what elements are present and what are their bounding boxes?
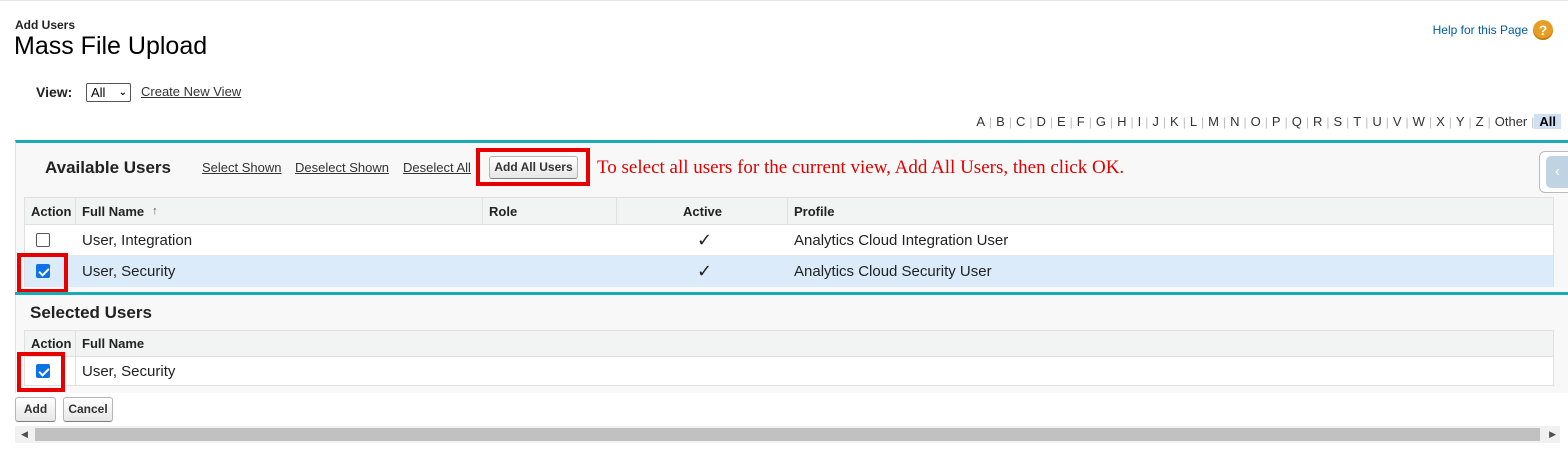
alphabet-filter-p[interactable]: P bbox=[1268, 114, 1285, 129]
row-full-name: User, Security bbox=[82, 363, 176, 380]
alphabet-filter-z[interactable]: Z bbox=[1472, 114, 1488, 129]
alphabet-filter-d[interactable]: D bbox=[1032, 114, 1049, 129]
help-link[interactable]: Help for this Page bbox=[1433, 23, 1528, 37]
alphabet-filter-s[interactable]: S bbox=[1329, 114, 1346, 129]
add-button[interactable]: Add bbox=[15, 397, 56, 422]
scroll-right-arrow-icon[interactable]: ▶ bbox=[1549, 426, 1556, 443]
table-row: User, Integration ✓ Analytics Cloud Inte… bbox=[25, 225, 1553, 256]
active-check-icon: ✓ bbox=[697, 229, 713, 250]
deselect-shown-link[interactable]: Deselect Shown bbox=[295, 160, 389, 175]
alphabet-filter-q[interactable]: Q bbox=[1288, 114, 1306, 129]
alphabet-filter-r[interactable]: R bbox=[1309, 114, 1326, 129]
column-header-active[interactable]: Active bbox=[683, 198, 722, 224]
table-header-row: Action Full Name bbox=[25, 331, 1553, 357]
create-new-view-link[interactable]: Create New View bbox=[141, 84, 241, 99]
row-profile: Analytics Cloud Integration User bbox=[794, 231, 1009, 249]
alphabet-filter: A | B | C | D | E | F | G | H | I | J | K | L | M | N | O | P | Q | R | S | T |… bbox=[972, 113, 1561, 130]
selected-users-table: Action Full Name User, Security bbox=[24, 330, 1554, 386]
available-users-table: Action Full Name ↑ Role Active Profile U… bbox=[24, 197, 1554, 287]
table-row-selected: User, Security ✓ Analytics Cloud Securit… bbox=[25, 256, 1553, 287]
highlight-selected-checkbox-box bbox=[17, 352, 65, 392]
alphabet-filter-t[interactable]: T bbox=[1349, 114, 1365, 129]
deselect-all-link[interactable]: Deselect All bbox=[403, 160, 471, 175]
column-header-profile[interactable]: Profile bbox=[794, 198, 834, 224]
alphabet-filter-o[interactable]: O bbox=[1247, 114, 1265, 129]
alphabet-filter-a[interactable]: A bbox=[972, 114, 989, 129]
section-divider bbox=[15, 292, 1568, 295]
alphabet-filter-b[interactable]: B bbox=[992, 114, 1009, 129]
alphabet-filter-n[interactable]: N bbox=[1226, 114, 1243, 129]
select-shown-link[interactable]: Select Shown bbox=[202, 160, 282, 175]
view-label: View: bbox=[36, 84, 73, 100]
table-row: User, Security bbox=[25, 357, 1553, 386]
alphabet-filter-f[interactable]: F bbox=[1073, 114, 1089, 129]
alphabet-filter-j[interactable]: J bbox=[1148, 114, 1163, 129]
side-panel-handle[interactable]: ‹ bbox=[1539, 151, 1568, 193]
view-select[interactable]: All ⌄ bbox=[86, 83, 131, 102]
alphabet-filter-other[interactable]: Other bbox=[1491, 114, 1532, 129]
column-header-action: Action bbox=[31, 203, 72, 219]
row-checkbox[interactable] bbox=[36, 233, 50, 247]
alphabet-filter-v[interactable]: V bbox=[1389, 114, 1406, 129]
alphabet-filter-k[interactable]: K bbox=[1166, 114, 1183, 129]
sort-ascending-icon: ↑ bbox=[152, 205, 158, 217]
alphabet-filter-g[interactable]: G bbox=[1092, 114, 1110, 129]
row-profile: Analytics Cloud Security User bbox=[794, 263, 992, 280]
highlight-checkbox-box bbox=[17, 253, 68, 293]
alphabet-filter-u[interactable]: U bbox=[1368, 114, 1385, 129]
view-select-value: All bbox=[91, 85, 106, 100]
row-full-name: User, Security bbox=[82, 263, 176, 280]
cancel-button[interactable]: Cancel bbox=[63, 397, 113, 422]
scrollbar-thumb[interactable] bbox=[35, 428, 1540, 441]
page-subtitle: Add Users bbox=[15, 18, 76, 32]
scroll-left-arrow-icon[interactable]: ◀ bbox=[21, 426, 28, 443]
alphabet-filter-x[interactable]: X bbox=[1432, 114, 1449, 129]
instruction-annotation: To select all users for the current view… bbox=[597, 157, 1125, 178]
horizontal-scrollbar[interactable]: ◀ ▶ bbox=[15, 426, 1560, 443]
page-title: Mass File Upload bbox=[14, 32, 208, 60]
chevron-down-icon: ⌄ bbox=[118, 87, 127, 98]
alphabet-filter-c[interactable]: C bbox=[1012, 114, 1029, 129]
highlight-add-all-box bbox=[476, 148, 590, 186]
alphabet-filter-m[interactable]: M bbox=[1204, 114, 1223, 129]
column-header-full-name[interactable]: Full Name ↑ bbox=[82, 198, 158, 224]
alphabet-filter-y[interactable]: Y bbox=[1452, 114, 1469, 129]
alphabet-filter-h[interactable]: H bbox=[1113, 114, 1130, 129]
alphabet-filter-all[interactable]: All bbox=[1534, 114, 1561, 129]
column-header-full-name: Full Name bbox=[82, 336, 145, 351]
column-header-role[interactable]: Role bbox=[489, 198, 517, 224]
alphabet-filter-l[interactable]: L bbox=[1186, 114, 1201, 129]
table-header-row: Action Full Name ↑ Role Active Profile bbox=[25, 198, 1553, 225]
alphabet-filter-e[interactable]: E bbox=[1053, 114, 1070, 129]
full-name-header-label: Full Name bbox=[82, 203, 145, 219]
collapse-arrow-icon: ‹ bbox=[1546, 156, 1568, 188]
active-check-icon: ✓ bbox=[697, 261, 713, 281]
alphabet-filter-i[interactable]: I bbox=[1134, 114, 1146, 129]
row-full-name: User, Integration bbox=[82, 231, 193, 249]
top-divider bbox=[0, 0, 1568, 1]
help-icon[interactable]: ? bbox=[1533, 20, 1553, 40]
alphabet-filter-w[interactable]: W bbox=[1409, 114, 1429, 129]
available-users-title: Available Users bbox=[45, 158, 171, 177]
selected-users-title: Selected Users bbox=[30, 303, 152, 322]
